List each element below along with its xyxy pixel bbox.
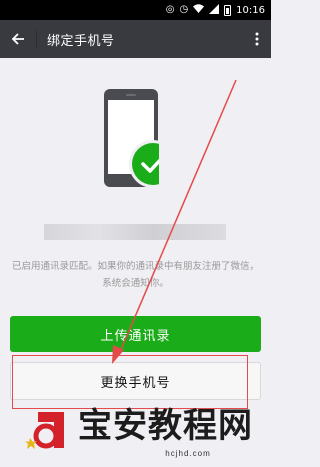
upload-contacts-button[interactable]: 上传通讯录 <box>10 316 261 352</box>
status-time: 10:16 <box>236 4 265 16</box>
watermark-site-name: 宝安教程网 <box>78 406 253 446</box>
hint-text: 已启用通讯录匹配。如果你的通讯录中有朋友注册了微信，系统会通知你。 <box>11 261 259 289</box>
app-bar: 绑定手机号 <box>0 20 271 58</box>
header-divider <box>36 30 37 48</box>
masked-phone-number <box>44 224 226 240</box>
alarm-icon: ◷ <box>179 4 189 15</box>
battery-icon <box>224 4 232 16</box>
signal-icon <box>209 3 220 17</box>
page-title: 绑定手机号 <box>47 32 115 48</box>
watermark-url: hcjhd.com <box>165 449 211 458</box>
watermark-logo-icon <box>25 412 64 449</box>
arrow-left-icon <box>11 33 24 45</box>
status-bar: ◎ ◷ 10:16 <box>0 0 271 20</box>
more-button[interactable] <box>243 20 271 58</box>
more-vertical-icon <box>255 32 259 46</box>
back-button[interactable] <box>0 20 36 58</box>
headset-icon: ◎ <box>165 4 175 15</box>
phone-illustration <box>104 89 159 188</box>
change-phone-button[interactable]: 更换手机号 <box>10 362 261 400</box>
wifi-icon <box>193 4 205 16</box>
